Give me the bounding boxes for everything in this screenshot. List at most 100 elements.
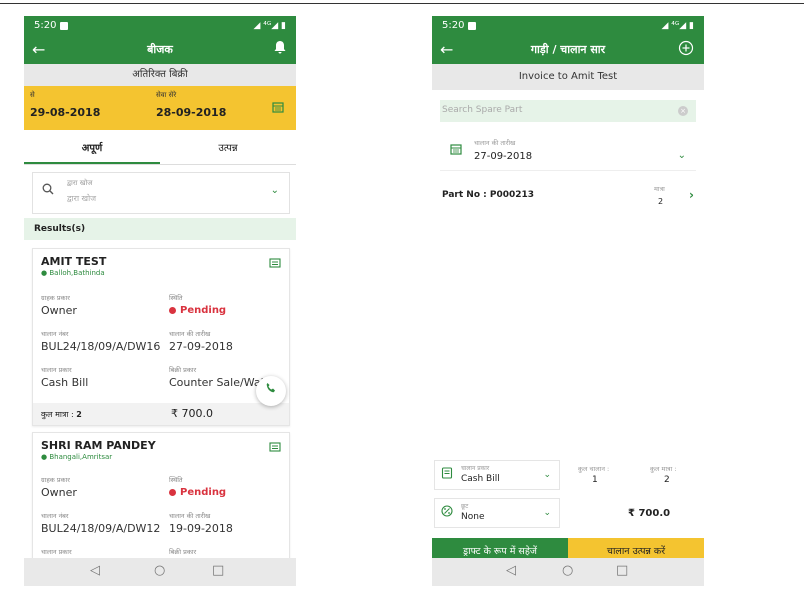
- nav-home-icon[interactable]: ○: [562, 563, 573, 578]
- chevron-down-icon[interactable]: ⌄: [271, 185, 279, 196]
- sale-type-label: बिक्री प्रकार: [169, 548, 197, 556]
- location-text: Balloh,Bathinda: [49, 269, 105, 277]
- call-button[interactable]: [256, 376, 286, 406]
- chevron-down-icon[interactable]: ⌄: [678, 150, 686, 161]
- nav-back-icon[interactable]: ◁: [90, 563, 100, 578]
- search-placeholder: द्वारा खोज: [67, 194, 97, 203]
- to-date[interactable]: 28-09-2018: [156, 106, 226, 119]
- clear-icon[interactable]: ×: [678, 106, 688, 116]
- total-challan-value: 1: [592, 475, 598, 485]
- pending-dot-icon: [169, 306, 176, 314]
- customer-type: Owner: [41, 486, 77, 499]
- search-placeholder: Search Spare Part: [442, 105, 523, 115]
- challan-type: Cash Bill: [41, 376, 89, 389]
- invoice-card[interactable]: SHRI RAM PANDEY ● Bhangali,Amritsar ग्रा…: [32, 432, 290, 574]
- system-nav-bar: ◁ ○ □: [432, 558, 704, 586]
- nav-recents-icon[interactable]: □: [212, 563, 224, 578]
- from-date-label: से: [30, 91, 35, 99]
- status-text: Pending: [180, 487, 227, 498]
- status-badge: Pending: [169, 305, 226, 316]
- challan-date-label: चालान की तारीख: [474, 139, 516, 147]
- tab-generated[interactable]: उत्पन्न: [160, 136, 296, 162]
- phone-icon: [266, 383, 275, 393]
- search-icon: [42, 183, 54, 199]
- invoice-subheader: Invoice to Amit Test: [432, 64, 704, 90]
- search-input[interactable]: द्वारा खोज द्वारा खोज ⌄: [32, 172, 290, 214]
- percent-icon: [441, 505, 453, 520]
- status-bar: 5:20 ◢ ⁴ᴳ◢ ▮: [24, 16, 296, 36]
- status-badge: Pending: [169, 487, 226, 498]
- part-number: Part No : P000213: [442, 190, 535, 200]
- challan-date: 27-09-2018: [474, 151, 533, 162]
- notification-icon: [60, 22, 68, 30]
- signal-battery-icon: ◢ ⁴ᴳ◢ ▮: [661, 21, 694, 31]
- challan-no-label: चालान नंबर: [41, 330, 69, 338]
- page-title: गाड़ी / चालान सार: [530, 43, 606, 56]
- invoice-list-screen: 5:20 ◢ ⁴ᴳ◢ ▮ ← बीजक अतिरिक्त बिक्री से 2…: [24, 16, 296, 586]
- date-range-bar: से 29-08-2018 सेवा सेरे 28-09-2018: [24, 86, 296, 130]
- discount-select[interactable]: छूट None ⌄: [434, 498, 560, 528]
- section-subheader: अतिरिक्त बिक्री: [24, 64, 296, 86]
- bill-icon: [441, 467, 453, 482]
- notification-icon: [468, 22, 476, 30]
- sale-type-label: बिक्री प्रकार: [169, 366, 197, 374]
- app-bar: ← गाड़ी / चालान सार: [432, 36, 704, 64]
- challan-no: BUL24/18/09/A/DW16: [41, 340, 161, 353]
- add-circle-icon[interactable]: [678, 40, 694, 62]
- sale-type: Counter Sale/Walk: [169, 376, 271, 389]
- total-qty-label: कुल मात्रा :: [41, 410, 74, 419]
- customer-type: Owner: [41, 304, 77, 317]
- total-amount: ₹ 700.0: [628, 508, 671, 519]
- challan-date-label: चालान की तारीख: [169, 330, 211, 338]
- part-list-item[interactable]: Part No : P000213 मात्रा 2 ›: [440, 182, 696, 212]
- nav-back-icon[interactable]: ◁: [506, 563, 516, 578]
- from-date[interactable]: 29-08-2018: [30, 106, 100, 119]
- chevron-right-icon[interactable]: ›: [689, 188, 694, 202]
- total-qty: कुल मात्रा : 2: [41, 409, 82, 420]
- total-qty-label: कुल मात्रा :: [650, 465, 677, 473]
- total-qty-value: 2: [664, 475, 670, 485]
- challan-summary-screen: 5:20 ◢ ⁴ᴳ◢ ▮ ← गाड़ी / चालान सार Invoice…: [432, 16, 704, 586]
- invoice-icon[interactable]: [269, 257, 281, 272]
- bell-icon[interactable]: [274, 40, 286, 60]
- top-divider: [0, 3, 804, 4]
- challan-date-picker[interactable]: चालान की तारीख 27-09-2018 ⌄: [440, 130, 696, 171]
- challan-type-select[interactable]: चालान प्रकार Cash Bill ⌄: [434, 460, 560, 490]
- total-challan-label: कुल चालान :: [578, 465, 610, 473]
- challan-no: BUL24/18/09/A/DW12: [41, 522, 161, 535]
- signal-battery-icon: ◢ ⁴ᴳ◢ ▮: [253, 21, 286, 31]
- qty-label: मात्रा: [654, 185, 665, 193]
- discount-label: छूट: [461, 503, 469, 510]
- calendar-icon[interactable]: [272, 101, 284, 117]
- customer-name: AMIT TEST: [41, 255, 107, 268]
- system-nav-bar: ◁ ○ □: [24, 558, 296, 586]
- tab-bar: अपूर्ण उत्पन्न: [24, 136, 296, 165]
- customer-type-label: ग्राहक प्रकार: [41, 294, 70, 302]
- chevron-down-icon: ⌄: [543, 470, 551, 480]
- invoice-card[interactable]: AMIT TEST ● Balloh,Bathinda ग्राहक प्रका…: [32, 248, 290, 426]
- challan-date-label: चालान की तारीख: [169, 512, 211, 520]
- card-amount: ₹ 700.0: [171, 407, 213, 420]
- customer-location: ● Balloh,Bathinda: [41, 269, 105, 277]
- nav-home-icon[interactable]: ○: [154, 563, 165, 578]
- total-qty-value: 2: [76, 410, 82, 419]
- discount-value: None: [461, 512, 485, 522]
- pending-dot-icon: [169, 488, 176, 496]
- qty-value: 2: [658, 197, 664, 206]
- app-bar: ← बीजक: [24, 36, 296, 64]
- to-date-label: सेवा सेरे: [156, 91, 177, 99]
- location-text: Bhangali,Amritsar: [49, 453, 113, 461]
- invoice-icon[interactable]: [269, 441, 281, 456]
- challan-type-value: Cash Bill: [461, 474, 500, 484]
- calendar-icon: [450, 143, 462, 158]
- challan-type-label: चालान प्रकार: [461, 465, 490, 472]
- customer-type-label: ग्राहक प्रकार: [41, 476, 70, 484]
- tab-incomplete[interactable]: अपूर्ण: [24, 136, 160, 164]
- nav-recents-icon[interactable]: □: [616, 563, 628, 578]
- status-label: स्थिति: [169, 476, 183, 484]
- status-label: स्थिति: [169, 294, 183, 302]
- status-text: Pending: [180, 305, 227, 316]
- challan-date: 27-09-2018: [169, 340, 233, 353]
- spare-part-search-input[interactable]: Search Spare Part ×: [440, 100, 696, 122]
- search-label: द्वारा खोज: [67, 179, 93, 187]
